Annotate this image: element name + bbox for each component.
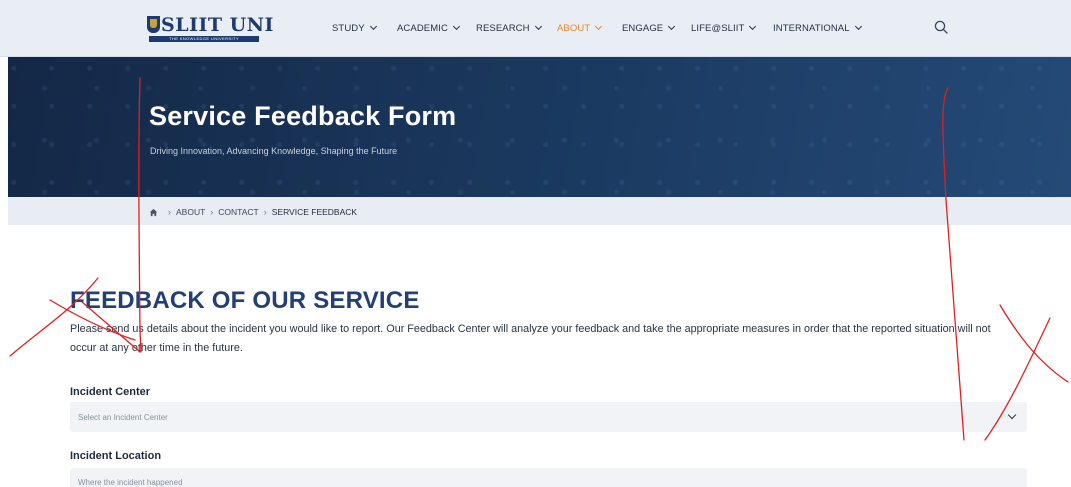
breadcrumb-contact[interactable]: CONTACT: [218, 207, 258, 217]
menu-item-study[interactable]: STUDY: [332, 22, 377, 34]
logo-wordmark: SLIIT UNI: [147, 15, 274, 35]
page-subtitle: Driving Innovation, Advancing Knowledge,…: [150, 146, 398, 156]
chevron-down-icon: [668, 22, 676, 31]
chevron-down-icon: [1007, 410, 1017, 420]
menu-item-academic[interactable]: ACADEMIC: [397, 22, 460, 34]
breadcrumb-about[interactable]: ABOUT: [176, 207, 205, 217]
home-icon[interactable]: [149, 208, 158, 217]
top-navigation: SLIIT UNI THE KNOWLEDGE UNIVERSITY STUDY…: [0, 0, 1071, 57]
chevron-down-icon: [452, 22, 460, 31]
chevron-down-icon: [595, 22, 603, 31]
breadcrumb: › ABOUT › CONTACT › SERVICE FEEDBACK: [149, 207, 357, 217]
shield-icon: [147, 16, 160, 33]
incident-location-input[interactable]: [70, 468, 1027, 487]
logo-tagline: THE KNOWLEDGE UNIVERSITY: [149, 36, 259, 42]
breadcrumb-separator: ›: [168, 207, 171, 217]
chevron-down-icon: [369, 22, 377, 31]
menu-item-life-at-sliit[interactable]: LIFE@SLIIT: [691, 22, 757, 34]
chevron-down-icon: [854, 22, 862, 31]
incident-center-placeholder: Select an Incident Center: [78, 413, 168, 422]
incident-center-select[interactable]: Select an Incident Center: [70, 402, 1027, 432]
menu-item-international[interactable]: INTERNATIONAL: [773, 22, 862, 34]
breadcrumb-bar: › ABOUT › CONTACT › SERVICE FEEDBACK: [8, 197, 1071, 225]
menu-item-about[interactable]: ABOUT: [557, 22, 603, 34]
chevron-down-icon: [749, 22, 757, 31]
section-heading: FEEDBACK OF OUR SERVICE: [70, 287, 420, 314]
incident-location-label: Incident Location: [70, 450, 162, 462]
search-icon[interactable]: [934, 20, 948, 34]
breadcrumb-service-feedback: SERVICE FEEDBACK: [271, 207, 358, 217]
hero-banner: Service Feedback Form Driving Innovation…: [8, 57, 1071, 197]
page-title: Service Feedback Form: [149, 101, 457, 131]
breadcrumb-separator: ›: [263, 207, 267, 217]
sliit-logo[interactable]: SLIIT UNI THE KNOWLEDGE UNIVERSITY: [147, 15, 273, 43]
incident-center-label: Incident Center: [70, 386, 151, 398]
menu-item-research[interactable]: RESEARCH: [476, 22, 542, 34]
chevron-down-icon: [534, 22, 542, 31]
menu-item-engage[interactable]: ENGAGE: [622, 22, 676, 34]
intro-paragraph: Please send us details about the inciden…: [70, 323, 991, 354]
breadcrumb-separator: ›: [210, 207, 214, 217]
